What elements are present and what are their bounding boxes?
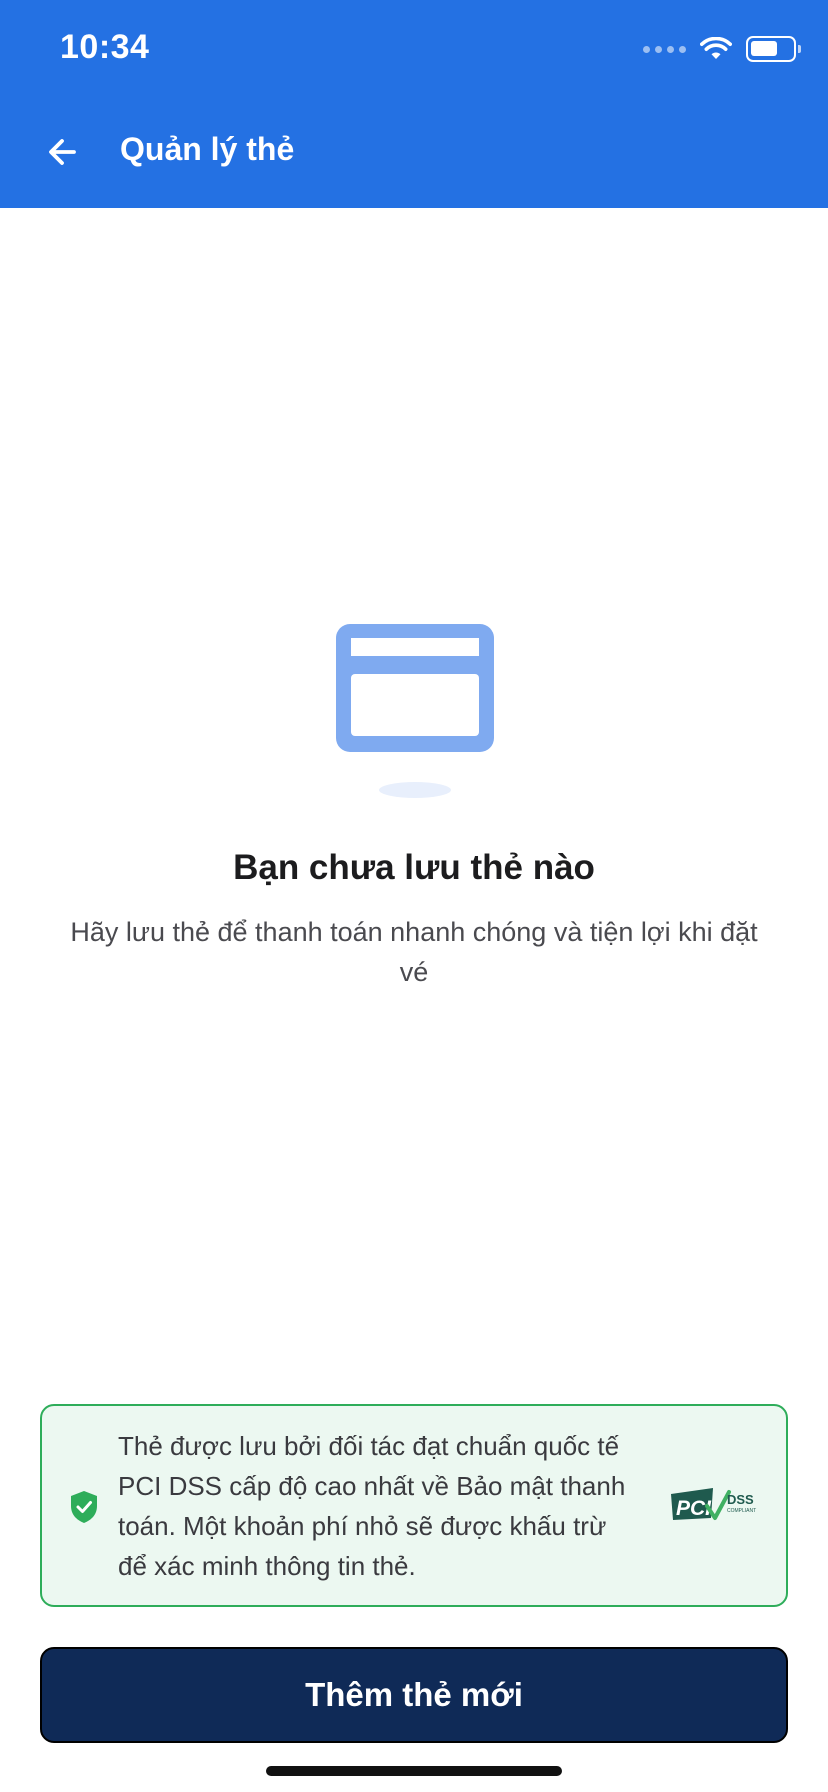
empty-state-subtitle: Hãy lưu thẻ để thanh toán nhanh chóng và… (70, 917, 758, 987)
signal-dots-icon (643, 45, 686, 53)
shield-check-icon (71, 1491, 97, 1523)
credit-card-icon (336, 624, 494, 798)
status-time: 10:34 (60, 28, 150, 66)
svg-text:DSS: DSS (727, 1492, 754, 1507)
card-management-screen: 10:34 Quản lý thẻ Bạn chưa lưu thẻ nào H… (0, 0, 828, 1792)
status-icons (643, 36, 801, 62)
app-header: 10:34 Quản lý thẻ (0, 0, 828, 208)
arrow-left-icon[interactable] (40, 128, 88, 176)
pci-dss-badge: PCI DSS COMPLIANT (671, 1488, 756, 1520)
security-notice-text: Thẻ được lưu bởi đối tác đạt chuẩn quốc … (118, 1431, 626, 1581)
add-new-card-button[interactable]: Thêm thẻ mới (40, 1647, 788, 1743)
security-notice: Thẻ được lưu bởi đối tác đạt chuẩn quốc … (40, 1404, 788, 1607)
battery-icon (746, 36, 801, 62)
page-title: Quản lý thẻ (120, 131, 295, 167)
home-indicator (266, 1766, 562, 1776)
wifi-icon (700, 37, 732, 59)
empty-state-title: Bạn chưa lưu thẻ nào (233, 848, 595, 887)
svg-text:COMPLIANT: COMPLIANT (727, 1508, 756, 1514)
